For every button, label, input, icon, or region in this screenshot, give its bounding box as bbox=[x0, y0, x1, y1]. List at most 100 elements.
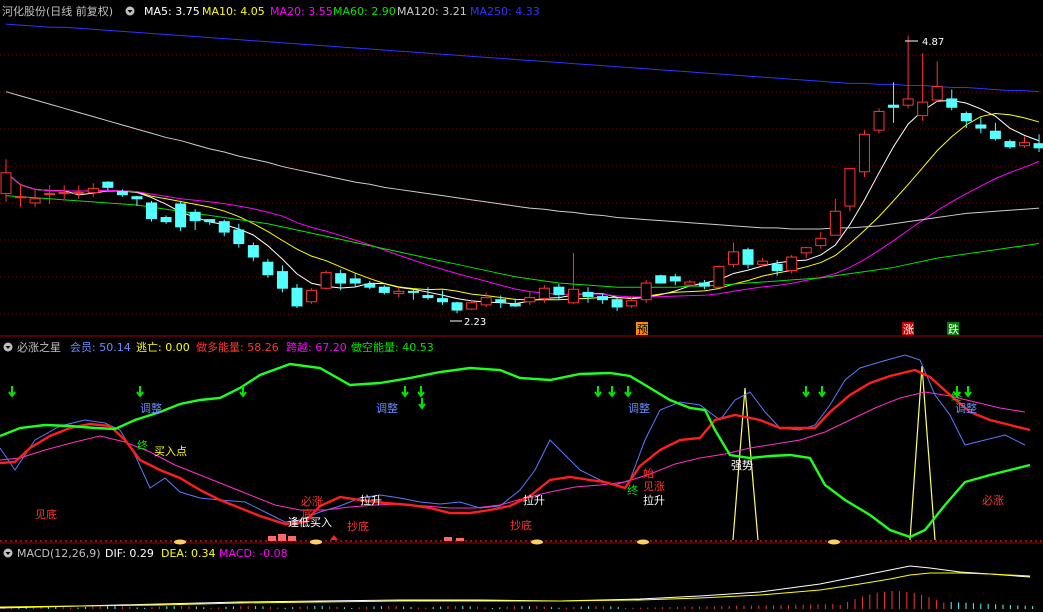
candle-body bbox=[58, 192, 70, 195]
candle-body bbox=[888, 104, 900, 108]
candle[interactable] bbox=[858, 130, 870, 177]
candle[interactable] bbox=[175, 200, 187, 232]
ma120-label: MA120: 3.21 bbox=[397, 5, 467, 18]
candle-body bbox=[800, 247, 812, 254]
candle-body bbox=[757, 260, 769, 265]
label-adjust-4: 调整 bbox=[955, 401, 977, 415]
label-adjust-3: 调整 bbox=[628, 401, 650, 415]
candle-body bbox=[306, 289, 318, 303]
label-buy-low: 逢低买入 bbox=[288, 516, 332, 529]
candle-body bbox=[291, 287, 303, 307]
candle-body bbox=[873, 110, 885, 131]
ma20-label: MA20: 3.55 bbox=[270, 5, 333, 18]
label-see-rise: 见涨 bbox=[643, 480, 665, 493]
marker-yu: 预 bbox=[637, 323, 648, 336]
candle-body bbox=[684, 281, 696, 286]
candle-body bbox=[44, 193, 56, 196]
candle-body bbox=[902, 98, 914, 106]
candle[interactable] bbox=[844, 168, 856, 212]
candle-body bbox=[189, 211, 201, 222]
candle-body bbox=[713, 265, 725, 288]
dot-marker bbox=[310, 539, 322, 545]
candle-body bbox=[771, 263, 783, 272]
label-start: 始 bbox=[643, 466, 654, 480]
candle[interactable] bbox=[262, 259, 274, 278]
label-buy-point: 买入点 bbox=[154, 445, 187, 458]
ind1-title: 必涨之星 bbox=[17, 340, 61, 354]
candle-body bbox=[844, 168, 856, 207]
candle-body bbox=[858, 133, 870, 173]
candle-body bbox=[364, 283, 376, 288]
candle-body bbox=[989, 130, 1001, 139]
candle-body bbox=[1004, 141, 1016, 148]
candle[interactable] bbox=[873, 108, 885, 134]
candle-body bbox=[1019, 142, 1030, 147]
candle-body bbox=[335, 273, 347, 284]
ind1-long-label: 做多能量: 58.26 bbox=[196, 340, 279, 354]
candle-body bbox=[611, 299, 623, 308]
candle-body bbox=[29, 198, 41, 204]
candle-body bbox=[175, 203, 187, 228]
label-strong: 强势 bbox=[731, 459, 753, 472]
candle-body bbox=[655, 275, 667, 284]
bar-blip bbox=[444, 537, 452, 541]
candle-body bbox=[393, 290, 405, 294]
candle-body bbox=[451, 302, 463, 311]
candle-body bbox=[73, 192, 85, 195]
ind1-kuayue-label: 跨越: 67.20 bbox=[286, 340, 347, 354]
label-bottom-fish-2: 抄底 bbox=[510, 518, 532, 532]
ma10-label: MA10: 4.05 bbox=[202, 5, 265, 18]
candle[interactable] bbox=[640, 279, 652, 303]
ind1-escape-label: 逃亡: 0.00 bbox=[136, 340, 190, 354]
label-bottom-fish-1: 抄底 bbox=[347, 519, 369, 533]
candle-body bbox=[146, 202, 157, 220]
candle-body bbox=[160, 217, 172, 223]
candle-body bbox=[407, 290, 419, 293]
dot-marker bbox=[531, 539, 543, 545]
candle[interactable] bbox=[320, 270, 332, 290]
candle[interactable] bbox=[306, 288, 318, 304]
marker-zhang: 涨 bbox=[903, 323, 914, 336]
candle-body bbox=[233, 229, 245, 245]
candle-body bbox=[946, 98, 958, 108]
candle-body bbox=[437, 298, 448, 303]
candle-body bbox=[742, 249, 754, 265]
high-label: 4.87 bbox=[922, 37, 944, 48]
low-label: 2.23 bbox=[464, 317, 486, 328]
candle-body bbox=[786, 256, 798, 272]
candle-body bbox=[815, 237, 827, 247]
label-end-3: 终 bbox=[951, 389, 962, 403]
candle-body bbox=[538, 287, 550, 300]
candle-body bbox=[102, 181, 114, 188]
candle-body bbox=[698, 282, 710, 287]
main-title: 河化股份(日线 前复权) bbox=[2, 4, 113, 18]
candle-body bbox=[116, 191, 128, 196]
label-adjust-2: 调整 bbox=[376, 401, 398, 415]
candle-body bbox=[247, 245, 259, 258]
candle[interactable] bbox=[146, 200, 157, 222]
dot-marker bbox=[828, 539, 840, 545]
candle-body bbox=[582, 291, 594, 298]
ma60-label: MA60: 2.90 bbox=[333, 5, 396, 18]
candle-body bbox=[1033, 143, 1043, 149]
ind2-dea-label: DEA: 0.34 bbox=[161, 547, 215, 560]
candle-body bbox=[728, 251, 739, 265]
candle-body bbox=[917, 101, 929, 117]
candle-body bbox=[0, 172, 12, 195]
candle[interactable] bbox=[655, 274, 667, 284]
stock-chart[interactable]: 河化股份(日线 前复权) MA5: 3.75 MA10: 4.05 MA20: … bbox=[0, 0, 1043, 612]
bar-blip bbox=[278, 534, 286, 541]
candle-body bbox=[626, 300, 638, 307]
dot-marker bbox=[637, 539, 649, 545]
candle-body bbox=[320, 272, 332, 289]
label-pull-up-3: 拉升 bbox=[643, 493, 665, 507]
label-pull-up-2: 拉升 bbox=[523, 493, 545, 507]
candle-body bbox=[87, 187, 99, 194]
ma250-label: MA250: 4.33 bbox=[470, 5, 540, 18]
candle[interactable] bbox=[713, 265, 725, 289]
candle-body bbox=[931, 85, 943, 101]
indicator-2-header: MACD(12,26,9) DIF: 0.29 DEA: 0.34 MACD: … bbox=[3, 547, 288, 560]
candle[interactable] bbox=[786, 254, 798, 274]
label-end-1: 终 bbox=[137, 438, 148, 452]
ind2-title: MACD(12,26,9) bbox=[17, 547, 101, 560]
